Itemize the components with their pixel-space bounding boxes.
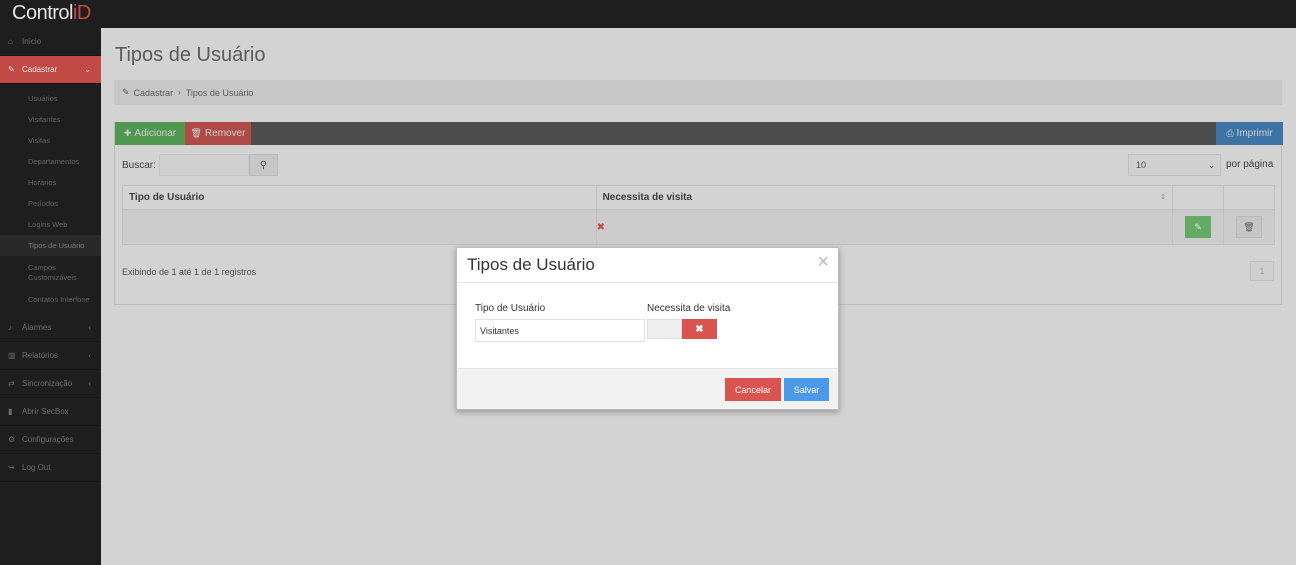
toggle-x-segment: ✖ [682,319,717,339]
toggle-off-segment [647,319,682,339]
modal-title: Tipos de Usuário [467,255,595,274]
tipo-usuario-input[interactable] [475,319,645,342]
modal-footer: Cancelar Salvar [457,368,838,409]
x-icon: ✖ [695,323,704,335]
modal-body: Tipo de Usuário Necessita de visita ✖ [457,283,838,369]
tipo-usuario-label: Tipo de Usuário [475,303,546,314]
save-button[interactable]: Salvar [784,378,829,401]
necessita-visita-label: Necessita de visita [647,303,731,314]
close-icon[interactable]: × [817,252,829,272]
modal-header: Tipos de Usuário × [457,248,838,283]
necessita-visita-toggle[interactable]: ✖ [647,319,717,339]
cancel-button[interactable]: Cancelar [725,378,781,401]
tipo-usuario-modal: Tipos de Usuário × Tipo de Usuário Neces… [456,247,839,410]
